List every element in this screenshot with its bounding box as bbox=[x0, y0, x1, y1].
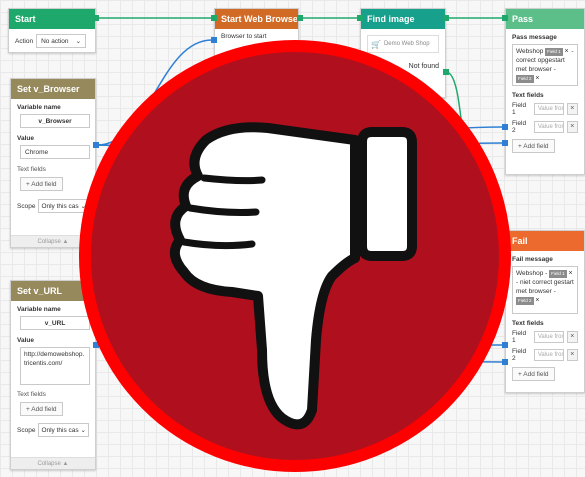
thumb-cuff bbox=[357, 127, 417, 261]
thumbs-down-overlay bbox=[79, 40, 511, 472]
finger-line bbox=[180, 238, 256, 250]
finger-line bbox=[200, 174, 266, 185]
